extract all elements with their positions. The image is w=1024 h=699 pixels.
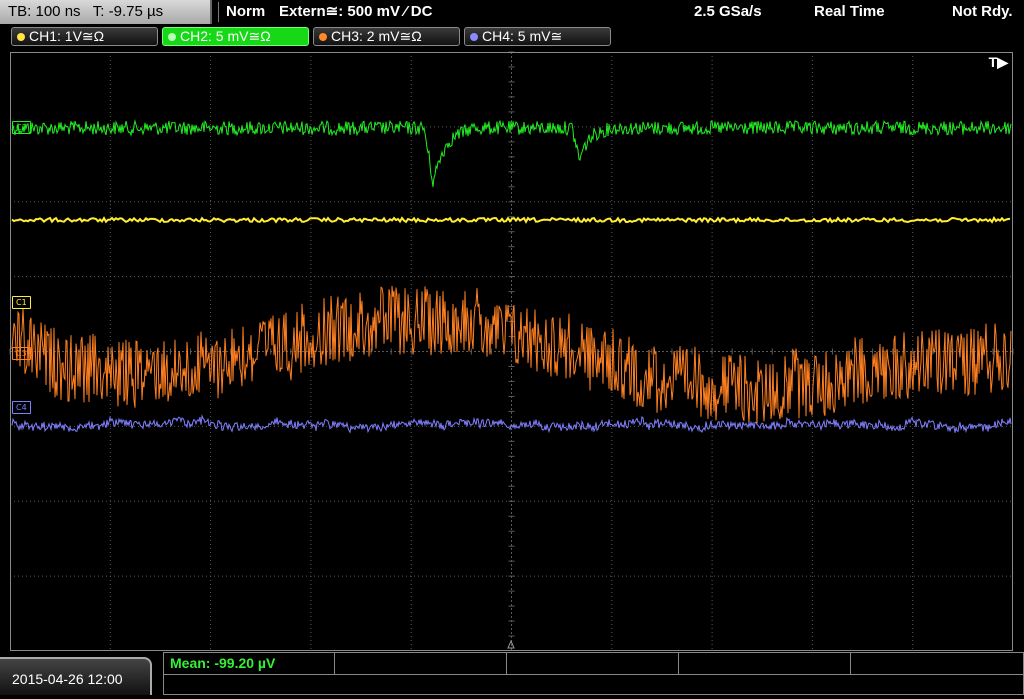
measurement-cell-empty[interactable] xyxy=(507,653,679,674)
measurement-row-divider xyxy=(164,674,1023,675)
channel-4-offset-marker[interactable]: C4 xyxy=(12,401,31,414)
measurement-panel: Mean: -99.20 µV xyxy=(163,652,1024,695)
mean-measurement: Mean: -99.20 µV xyxy=(170,655,276,671)
channel-2-offset-marker[interactable]: C2 xyxy=(12,121,31,134)
graticule-frame xyxy=(10,52,1013,651)
datetime-display[interactable]: 2015-04-26 12:00 xyxy=(0,657,152,695)
measurement-cell-empty[interactable] xyxy=(335,653,507,674)
channel-1-offset-marker[interactable]: C1 xyxy=(12,296,31,309)
measurement-cell-empty[interactable] xyxy=(679,653,851,674)
trigger-time-marker[interactable]: T▶ xyxy=(989,54,1008,71)
channel-3-offset-marker[interactable]: C3 xyxy=(12,347,31,360)
measurement-cell[interactable]: Mean: -99.20 µV xyxy=(164,653,335,674)
